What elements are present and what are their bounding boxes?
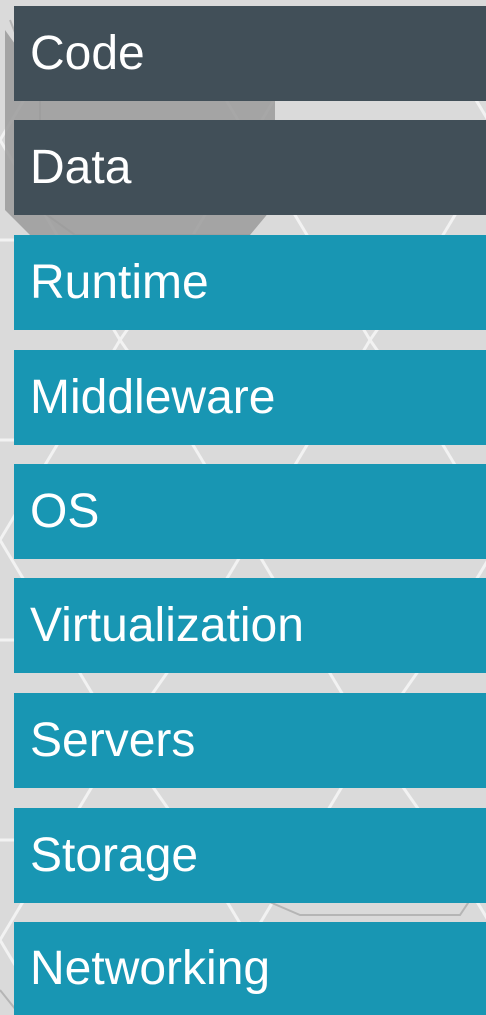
layer-label: Middleware <box>30 370 276 424</box>
layer-servers: Servers <box>14 693 486 788</box>
layer-os: OS <box>14 464 486 559</box>
layer-label: Networking <box>30 941 271 995</box>
cloud-stack: Code Data Runtime Middleware OS Virtuali… <box>0 0 486 1015</box>
layer-label: Storage <box>30 828 199 882</box>
layer-code: Code <box>14 6 486 101</box>
layer-storage: Storage <box>14 808 486 903</box>
layer-runtime: Runtime <box>14 235 486 330</box>
layer-middleware: Middleware <box>14 350 486 445</box>
layer-label: Servers <box>30 713 196 767</box>
layer-label: Virtualization <box>30 598 304 652</box>
layer-label: OS <box>30 484 100 538</box>
layer-label: Code <box>30 26 145 80</box>
layer-data: Data <box>14 120 486 215</box>
layer-networking: Networking <box>14 922 486 1015</box>
layer-label: Data <box>30 140 132 194</box>
layer-virtualization: Virtualization <box>14 578 486 673</box>
layer-label: Runtime <box>30 255 209 309</box>
